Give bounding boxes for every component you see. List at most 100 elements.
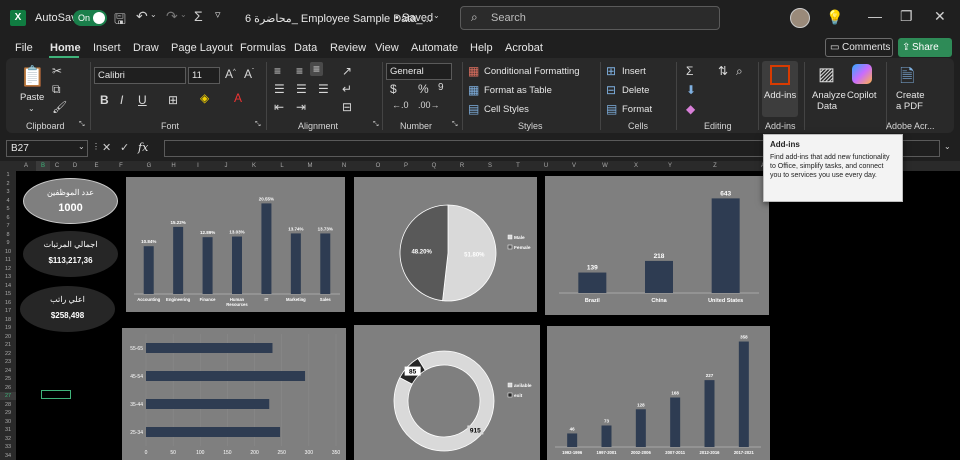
column-header[interactable]: T (504, 161, 532, 171)
save-icon[interactable]: 🖫 (114, 9, 126, 33)
row-header[interactable]: 29 (0, 409, 16, 417)
selected-cell[interactable] (41, 390, 71, 399)
column-header[interactable]: V (560, 161, 588, 171)
avatar[interactable] (790, 8, 810, 28)
copilot-label[interactable]: Copilot (847, 90, 877, 101)
share-button[interactable]: ⇪ Share (898, 38, 952, 57)
row-header[interactable]: 30 (0, 418, 16, 426)
column-header[interactable]: Q (420, 161, 448, 171)
row-header[interactable]: 15 (0, 290, 16, 298)
row-header[interactable]: 34 (0, 452, 16, 460)
row-header[interactable]: 10 (0, 248, 16, 256)
bar[interactable] (173, 226, 184, 294)
bar[interactable] (146, 427, 281, 437)
font-size-combo[interactable]: 11 (188, 67, 220, 84)
paste-label[interactable]: Paste (20, 92, 44, 103)
tab-acrobat[interactable]: Acrobat (505, 42, 543, 54)
name-box[interactable]: B27 (6, 140, 88, 157)
comments-button[interactable]: ▭ Comments (825, 38, 893, 57)
row-header[interactable]: 25 (0, 375, 16, 383)
font-launcher-icon[interactable]: ⤡ (255, 121, 261, 129)
insert-cells-icon[interactable]: ⊞ (606, 64, 616, 78)
orientation-icon[interactable]: ↗ (342, 64, 352, 78)
column-header[interactable]: W (588, 161, 622, 171)
tab-review[interactable]: Review (330, 42, 366, 54)
fill-icon[interactable]: ⬇ (686, 83, 696, 97)
undo-icon[interactable]: ↶ (136, 8, 148, 25)
column-header[interactable]: E (86, 161, 107, 171)
bar[interactable] (578, 272, 607, 293)
cell-styles-icon[interactable]: ▤ (468, 102, 479, 116)
tab-automate[interactable]: Automate (411, 42, 458, 54)
align-top-icon[interactable]: ≡ (274, 64, 281, 78)
redo-icon[interactable]: ↷ (166, 8, 178, 25)
column-header[interactable]: F (107, 161, 135, 171)
column-header[interactable]: M (296, 161, 324, 171)
fill-color-icon[interactable]: ◈ (200, 91, 209, 105)
bar[interactable] (143, 246, 154, 294)
row-header[interactable]: 32 (0, 435, 16, 443)
column-header[interactable]: Z (690, 161, 740, 171)
chart-country-bar[interactable]: 139 Brazil 218 China 643 United States (545, 176, 769, 315)
column-header[interactable]: S (476, 161, 504, 171)
cancel-icon[interactable]: ✕ (102, 141, 111, 154)
format-cells-icon[interactable]: ▤ (606, 102, 617, 116)
decrease-indent-icon[interactable]: ⇤ (274, 100, 284, 114)
expand-formula-icon[interactable]: ⌄ (944, 142, 951, 151)
row-header[interactable]: 12 (0, 265, 16, 273)
title-dropdown-icon[interactable]: ⌄ (433, 11, 440, 20)
comma-icon[interactable]: 9 (438, 82, 444, 93)
bar[interactable] (635, 409, 646, 447)
row-header[interactable]: 7 (0, 222, 16, 230)
paste-icon[interactable]: 📋 (20, 64, 45, 89)
close-icon[interactable]: ✕ (934, 8, 946, 25)
row-header[interactable]: 3 (0, 188, 16, 196)
format-as-table-button[interactable]: Format as Table (484, 85, 552, 96)
find-select-icon[interactable]: ⌕ (736, 64, 743, 79)
increase-decimal-icon[interactable]: ←.0 (392, 100, 409, 110)
column-header[interactable]: D (64, 161, 86, 171)
italic-icon[interactable]: I (120, 93, 123, 107)
align-center-icon[interactable]: ☰ (296, 82, 307, 96)
clipboard-launcher-icon[interactable]: ⤡ (79, 121, 85, 129)
currency-icon[interactable]: $ (390, 82, 397, 96)
autosave-toggle[interactable]: On (73, 10, 107, 26)
column-header[interactable]: Y (650, 161, 690, 171)
chart-department-bar[interactable]: 10.84% Accounting 15.22% Engineering 12.89% F… (126, 177, 345, 312)
font-name-combo[interactable]: Calibri (94, 67, 186, 84)
tab-insert[interactable]: Insert (93, 42, 121, 54)
increase-font-icon[interactable]: A^ (225, 67, 236, 81)
column-header[interactable]: I (184, 161, 212, 171)
merge-center-icon[interactable]: ⊟ (342, 100, 352, 114)
bar[interactable] (711, 198, 740, 293)
column-header[interactable]: C (50, 161, 64, 171)
alignment-launcher-icon[interactable]: ⤡ (373, 121, 379, 129)
tab-help[interactable]: Help (470, 42, 493, 54)
lightbulb-icon[interactable]: 💡 (826, 9, 843, 26)
redo-dropdown-icon[interactable]: ⌄ (180, 10, 187, 19)
row-header[interactable]: 27 (0, 392, 16, 401)
restore-icon[interactable]: ❐ (900, 8, 913, 25)
row-header[interactable]: 16 (0, 299, 16, 307)
tab-data[interactable]: Data (294, 42, 317, 54)
row-header[interactable]: 8 (0, 231, 16, 239)
bar[interactable] (670, 397, 681, 447)
bar[interactable] (320, 233, 331, 294)
copy-icon[interactable]: ⧉ (52, 82, 61, 97)
sort-filter-icon[interactable]: ⇅ (718, 64, 728, 78)
wrap-text-icon[interactable]: ↵ (342, 82, 352, 96)
column-header[interactable]: H (163, 161, 184, 171)
row-header[interactable]: 1 (0, 171, 16, 179)
row-header[interactable]: 6 (0, 214, 16, 222)
create-pdf-label-2[interactable]: a PDF (896, 101, 923, 112)
bar[interactable] (232, 236, 242, 294)
row-header[interactable]: 14 (0, 282, 16, 290)
align-bottom-icon[interactable]: ≡ (310, 62, 324, 76)
namebox-dropdown-icon[interactable]: ⌄ (78, 142, 85, 151)
row-header[interactable]: 11 (0, 256, 16, 264)
search-input[interactable]: ⌕ Search (460, 6, 720, 30)
font-color-icon[interactable]: A (234, 91, 242, 105)
autosum-icon[interactable]: Σ (194, 8, 203, 24)
column-header[interactable]: L (268, 161, 296, 171)
bar[interactable] (146, 343, 273, 353)
